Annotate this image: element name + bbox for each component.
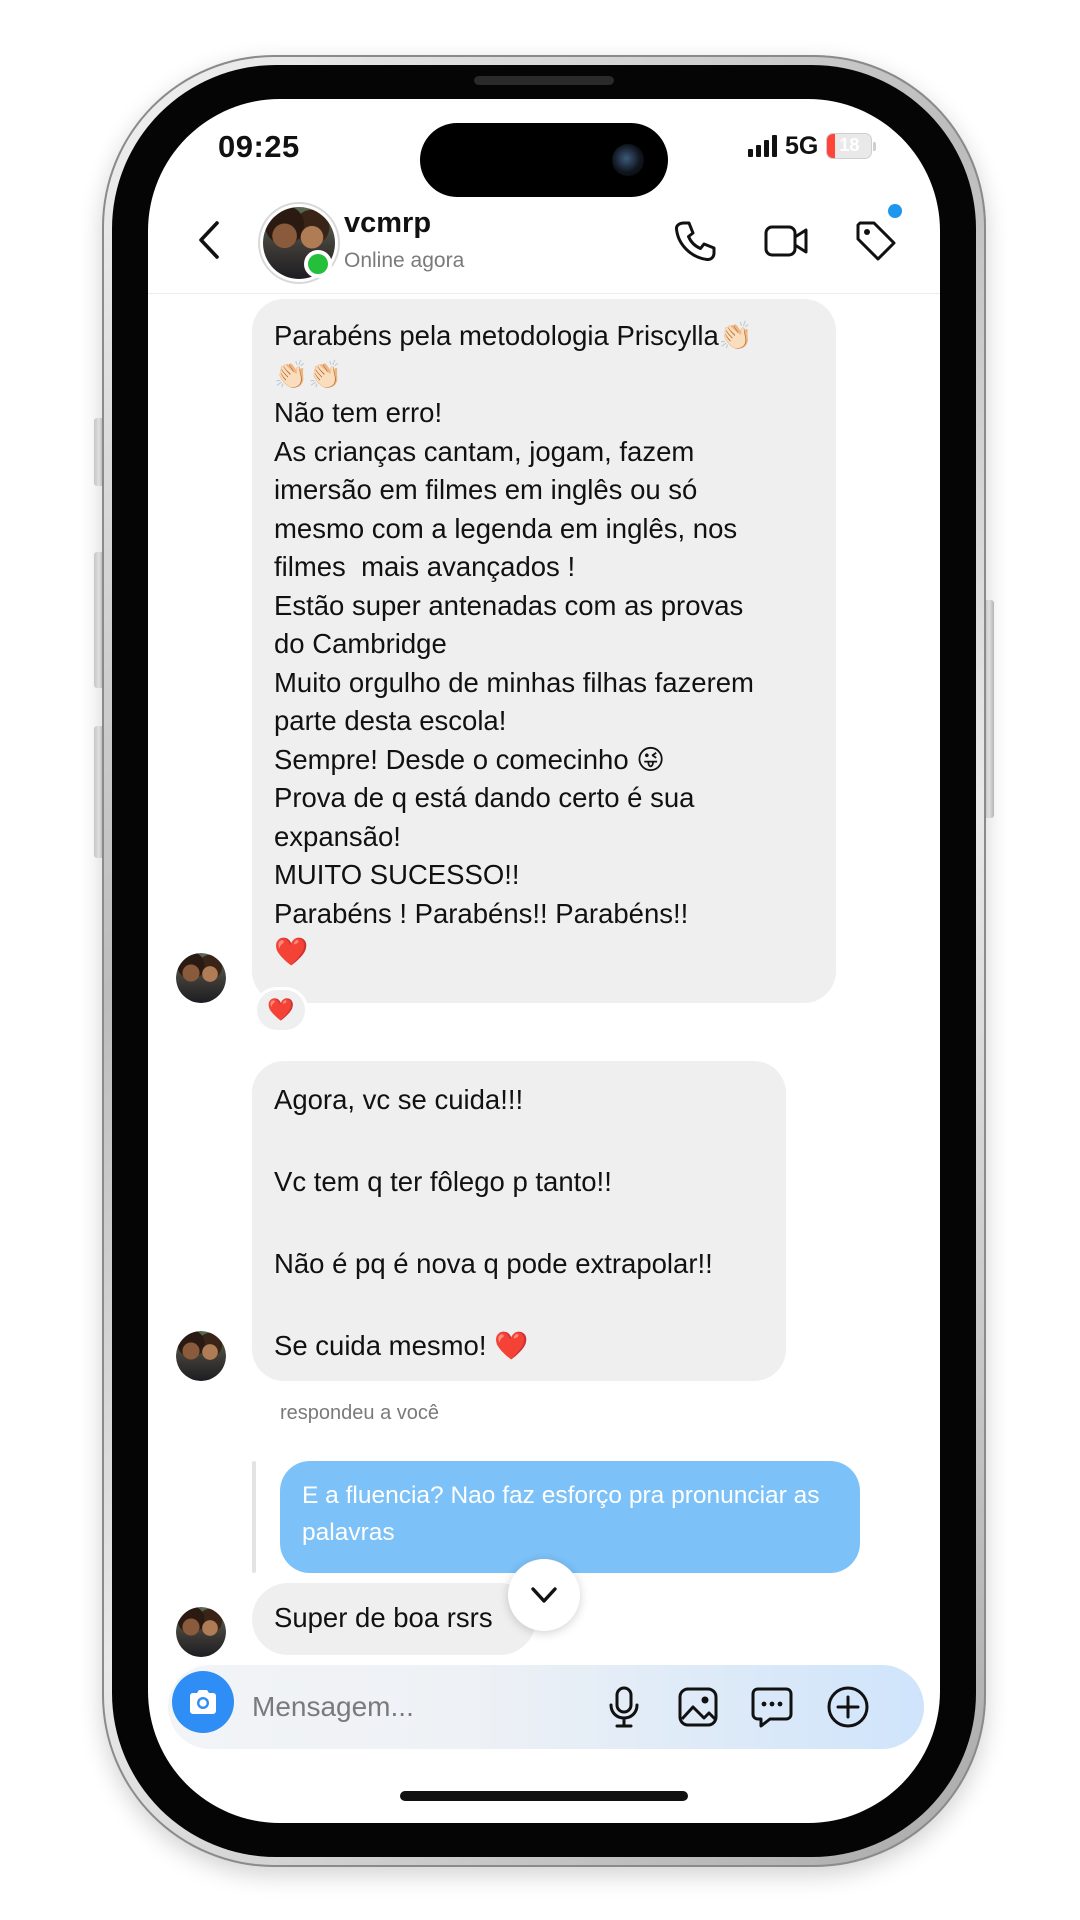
sender-avatar[interactable] [176,1607,226,1657]
front-camera [612,144,644,176]
phone-icon [674,221,716,262]
reply-indicator-bar [252,1461,256,1573]
avatar-photo [176,1607,226,1657]
header-divider [148,293,940,294]
message-bubble[interactable]: Parabéns pela metodologia Priscylla👏🏻 👏🏻… [252,299,836,1003]
sender-avatar[interactable] [176,1331,226,1381]
microphone-icon [609,1686,639,1728]
quoted-message[interactable]: E a fluencia? Nao faz esforço pra pronun… [280,1461,860,1573]
add-button[interactable] [824,1683,872,1731]
camera-icon [190,1690,216,1714]
reaction-badge[interactable]: ❤️ [254,987,308,1033]
add-icon [827,1686,869,1728]
image-icon [678,1687,718,1727]
status-time: 09:25 [218,129,300,164]
chat-screen: 09:25 5G 18 vcmrp Online agora Parabéns … [148,99,940,1823]
message-bubble[interactable]: Super de boa rsrs [252,1583,536,1655]
camera-button[interactable] [172,1671,234,1733]
tag-button[interactable] [852,217,900,265]
voice-message-button[interactable] [600,1683,648,1731]
avatar-photo [176,953,226,1003]
sender-avatar[interactable] [176,953,226,1003]
home-indicator[interactable] [400,1791,688,1801]
battery-tip [873,141,877,151]
sticker-button[interactable] [748,1683,796,1731]
contact-name[interactable]: vcmrp [344,207,431,240]
sticker-icon [751,1687,793,1728]
video-icon [764,225,808,257]
back-button[interactable] [190,216,230,264]
gallery-button[interactable] [674,1683,722,1731]
earpiece [474,76,614,85]
notification-dot [888,204,902,218]
call-button[interactable] [670,217,718,265]
scroll-to-bottom-button[interactable] [508,1559,580,1631]
dynamic-island [420,123,668,197]
message-bubble[interactable]: Agora, vc se cuida!!! Vc tem q ter fôleg… [252,1061,786,1381]
network-type: 5G [785,131,819,160]
battery-level: 18 [839,135,860,155]
video-call-button[interactable] [762,217,810,265]
heart-reaction: ❤️ [267,997,295,1022]
message-input[interactable] [252,1684,612,1730]
back-chevron-icon [199,221,219,259]
chevron-down-icon [531,1587,557,1603]
replied-label: respondeu a você [280,1402,440,1424]
contact-status: Online agora [344,249,465,272]
status-indicators: 5G 18 [748,131,877,161]
tag-icon [856,221,896,261]
avatar-photo [176,1331,226,1381]
signal-bars-icon [748,135,777,157]
online-indicator [304,250,332,278]
battery-icon: 18 [826,133,873,159]
